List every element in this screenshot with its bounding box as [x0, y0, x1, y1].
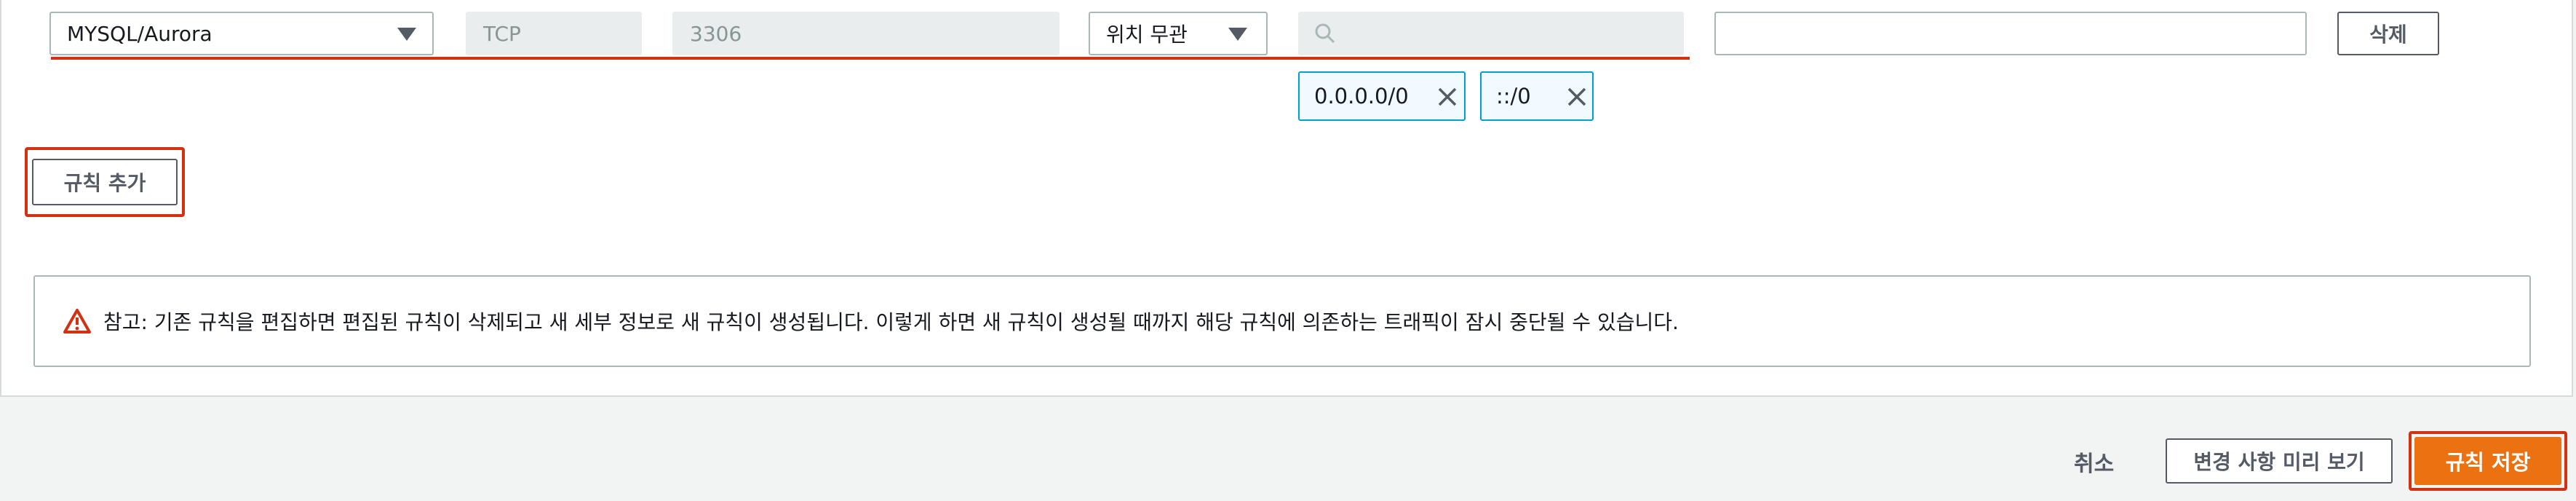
validation-underline: [51, 57, 1690, 60]
edit-warning-note: 참고: 기존 규칙을 편집하면 편집된 규칙이 삭제되고 새 세부 정보로 새 …: [33, 275, 2531, 367]
search-icon: [1315, 23, 1335, 44]
cancel-label: 취소: [2074, 451, 2115, 477]
preview-changes-button[interactable]: 변경 사항 미리 보기: [2166, 438, 2393, 484]
add-rule-button[interactable]: 규칙 추가: [32, 159, 178, 205]
cidr-chip-ipv6: ::/0: [1480, 71, 1594, 121]
source-select-value: 위치 무관: [1106, 23, 1188, 47]
save-rules-label: 규칙 저장: [2445, 450, 2531, 475]
chevron-down-icon: [397, 28, 416, 41]
delete-rule-label: 삭제: [2369, 23, 2407, 47]
chevron-down-icon: [1228, 28, 1247, 41]
type-select-value: MYSQL/Aurora: [67, 21, 212, 46]
note-text: 참고: 기존 규칙을 편집하면 편집된 규칙이 삭제되고 새 세부 정보로 새 …: [103, 310, 1679, 334]
cidr-chip-label: ::/0: [1496, 84, 1531, 109]
protocol-field: TCP: [466, 12, 642, 55]
source-select[interactable]: 위치 무관: [1089, 12, 1268, 55]
cidr-chip-ipv4: 0.0.0.0/0: [1298, 71, 1466, 121]
protocol-value: TCP: [483, 21, 521, 46]
type-select[interactable]: MYSQL/Aurora: [49, 12, 434, 55]
close-icon[interactable]: [1436, 86, 1458, 108]
warning-icon: [63, 309, 91, 334]
cidr-chip-label: 0.0.0.0/0: [1314, 84, 1409, 109]
save-rules-button[interactable]: 규칙 저장: [2414, 437, 2561, 485]
preview-changes-label: 변경 사항 미리 보기: [2193, 450, 2365, 474]
delete-rule-button[interactable]: 삭제: [2337, 12, 2439, 55]
source-search-input[interactable]: [1298, 12, 1684, 55]
port-range-value: 3306: [690, 21, 742, 46]
add-rule-label: 규칙 추가: [63, 171, 146, 195]
port-range-field: 3306: [672, 12, 1060, 55]
cancel-button[interactable]: 취소: [2074, 446, 2114, 478]
close-icon[interactable]: [1566, 86, 1588, 108]
description-input[interactable]: [1714, 12, 2307, 55]
